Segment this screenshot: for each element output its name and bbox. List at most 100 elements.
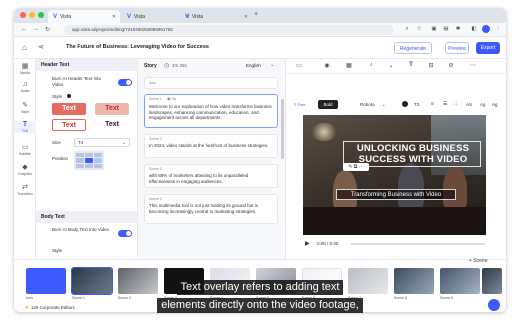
visibility-icon[interactable]: ◉ — [322, 62, 332, 69]
burn-header-text-toggle[interactable] — [118, 79, 132, 86]
clock-icon: ◷ — [164, 63, 170, 69]
video-person-center — [398, 163, 424, 209]
style-sample-outline[interactable]: Text — [52, 119, 86, 131]
size-label: Size — [52, 140, 61, 145]
progress-track[interactable] — [351, 243, 485, 245]
case-upper-icon[interactable]: AS — [466, 102, 472, 107]
close-tab-icon[interactable]: ✕ — [112, 14, 116, 20]
burn-body-text-toggle[interactable] — [118, 230, 132, 237]
format-mode-label[interactable]: ≡ Font — [294, 102, 305, 107]
play-icon[interactable]: ▶ — [305, 240, 310, 247]
preview-button[interactable]: Preview — [445, 42, 469, 54]
rail-item-graphics[interactable]: ◆ Graphics — [14, 163, 36, 176]
address-bar[interactable]: app.vista.ai/project/editing/72104682569… — [64, 25, 394, 35]
text-color-swatch[interactable] — [402, 101, 408, 107]
text-style-select[interactable]: Bold — [318, 100, 338, 109]
new-tab-icon[interactable]: + — [254, 11, 258, 18]
voice-icon[interactable]: ◉ 0s — [167, 96, 176, 101]
position-cell[interactable] — [76, 153, 84, 158]
back-icon[interactable]: ← — [21, 26, 27, 32]
extension-icon-2[interactable]: ▤ — [442, 25, 450, 33]
browser-tab-3[interactable]: V Vista ✕ — [180, 10, 252, 23]
scene-text[interactable]: Welcome to our exploration of how video … — [149, 104, 275, 121]
header-text-section-title[interactable]: Header Text — [36, 59, 137, 71]
rail-item-text[interactable]: T Text — [14, 121, 36, 133]
story-scene-1[interactable]: Scene 1 ◉ 0s Welcome to our exploration … — [144, 94, 278, 128]
rail-label: Audio — [20, 89, 30, 93]
story-scene-2[interactable]: Scene 2 In 2024, video stands at the for… — [144, 134, 278, 158]
story-scrollbar[interactable] — [281, 99, 284, 159]
window-controls — [20, 12, 44, 18]
position-cell[interactable] — [94, 163, 102, 168]
story-scene-intro[interactable]: Intro — [144, 77, 278, 89]
text-tool-icon[interactable]: T — [406, 62, 416, 68]
position-cell[interactable] — [85, 163, 93, 168]
puzzle-icon[interactable]: ✱ — [454, 25, 462, 33]
scene-text[interactable]: In 2024, video stands at the forefront o… — [149, 143, 275, 149]
scene-text[interactable]: This multimedia tool is not just holding… — [149, 203, 275, 214]
style-sample-pink[interactable]: Text — [95, 103, 129, 115]
media-icon[interactable]: ▦ — [344, 62, 354, 69]
text-edit-mini-toolbar[interactable]: ✎ ⧉ ⋯ — [343, 163, 369, 171]
text-size-select[interactable]: T3 — [414, 102, 419, 107]
reload-icon[interactable]: ↻ — [45, 26, 50, 33]
position-cell[interactable] — [76, 163, 84, 168]
story-scene-4[interactable]: Scene 4 This multimedia tool is not just… — [144, 194, 278, 224]
extension-icon[interactable]: ▣ — [430, 25, 438, 33]
zoom-icon[interactable]: ⌕ — [403, 25, 411, 33]
body-text-section-title[interactable]: Body Text — [36, 211, 137, 223]
layout-icon[interactable]: ▭ — [294, 62, 304, 69]
video-title-overlay[interactable]: UNLOCKING BUSINESS SUCCESS WITH VIDEO — [348, 143, 478, 165]
profile-avatar[interactable] — [482, 25, 490, 33]
position-cell-selected[interactable] — [85, 158, 93, 163]
project-title[interactable]: The Future of Business: Leveraging Video… — [66, 44, 209, 50]
browser-menu-icon[interactable]: ⋮ — [494, 25, 502, 33]
layers-icon[interactable]: ⊟ — [426, 62, 436, 69]
close-window-button[interactable] — [20, 12, 26, 18]
rail-item-media[interactable]: ▦ Media — [14, 62, 36, 75]
more-icon[interactable]: ⋯ — [468, 62, 478, 69]
rail-item-style[interactable]: ✎ Style — [14, 101, 36, 114]
case-mixed-icon[interactable]: Ag — [492, 102, 498, 107]
align-center-icon[interactable]: ☰ — [443, 101, 447, 107]
sidebar-icon[interactable]: ◧ — [470, 25, 478, 33]
bookmark-star-icon[interactable]: ☆ — [415, 25, 423, 33]
language-select[interactable]: English — [246, 63, 261, 68]
chevron-down-icon[interactable]: ⌄ — [382, 102, 385, 107]
burn-body-text-label: Burn AI Body Text Into Video — [52, 227, 110, 232]
story-scene-3[interactable]: Scene 3 with 88% of marketers attesting … — [144, 164, 278, 188]
maximize-window-button[interactable] — [38, 12, 44, 18]
chevron-down-icon[interactable]: ⌄ — [270, 62, 274, 68]
scene-text[interactable]: with 88% of marketers attesting to its u… — [149, 173, 275, 184]
position-cell[interactable] — [85, 153, 93, 158]
home-icon[interactable]: ⌂ — [22, 43, 27, 52]
forward-icon[interactable]: → — [33, 26, 39, 32]
link-icon[interactable]: ⊘ — [446, 62, 456, 69]
browser-tab-1[interactable]: V Vista ✕ — [48, 10, 120, 23]
position-grid[interactable] — [74, 151, 104, 170]
add-scene-button[interactable]: + Scene — [469, 258, 488, 264]
rail-label: Transition — [17, 192, 33, 196]
style-sample-red[interactable]: Text — [52, 103, 86, 115]
export-button[interactable]: Export — [476, 42, 500, 54]
minimize-window-button[interactable] — [29, 12, 35, 18]
align-left-icon[interactable]: ≡ — [431, 101, 434, 107]
rail-item-subtitle[interactable]: ▭ Subtitle — [14, 143, 36, 156]
share-icon[interactable]: ⋖ — [38, 43, 44, 51]
rail-item-transition[interactable]: ⇄ Transition — [14, 183, 36, 196]
position-cell[interactable] — [76, 158, 84, 163]
chevron-down-icon[interactable]: ⌄ — [386, 62, 396, 69]
style-sample-plain[interactable]: Text — [95, 119, 129, 131]
mic-icon[interactable]: ♪ — [366, 62, 376, 68]
size-select[interactable]: T4 ⌄ — [74, 138, 130, 147]
case-lower-icon[interactable]: Ag — [480, 102, 486, 107]
rail-item-audio[interactable]: ♫ Audio — [14, 81, 36, 93]
font-select[interactable]: Roboto — [360, 102, 375, 107]
list-icon[interactable]: ∷ — [454, 101, 457, 107]
position-cell[interactable] — [94, 153, 102, 158]
video-subtitle-overlay[interactable]: Transforming Business with Video — [336, 189, 456, 200]
close-tab-icon[interactable]: ✕ — [244, 14, 248, 20]
position-cell[interactable] — [94, 158, 102, 163]
regenerate-button[interactable]: Regenerate — [394, 42, 432, 54]
video-preview[interactable]: UNLOCKING BUSINESS SUCCESS WITH VIDEO ✎ … — [303, 115, 486, 235]
